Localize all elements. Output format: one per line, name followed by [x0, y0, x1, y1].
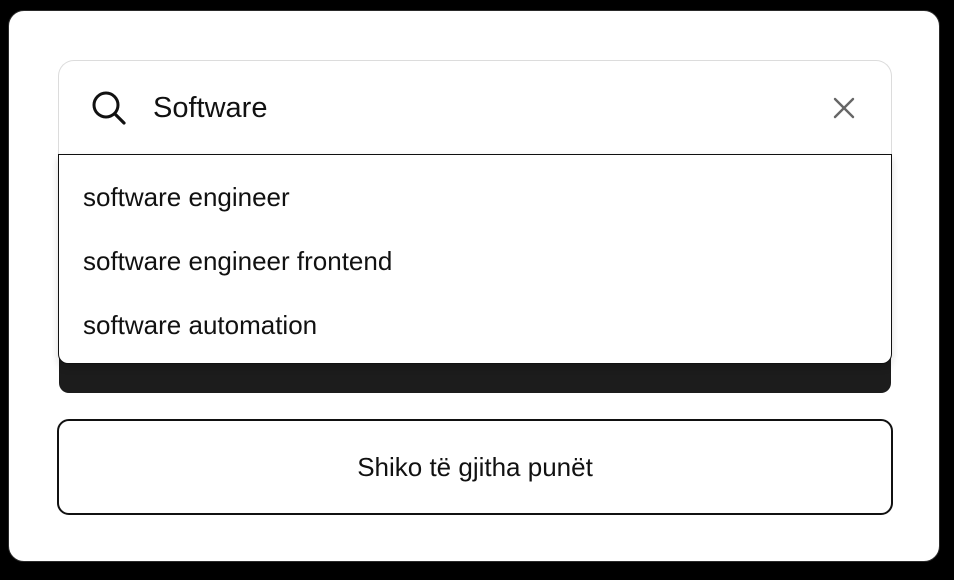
- suggestion-item[interactable]: software engineer frontend: [83, 236, 392, 286]
- search-icon: [90, 89, 128, 127]
- search-input[interactable]: [153, 85, 793, 131]
- suggestion-item[interactable]: software engineer: [83, 172, 290, 222]
- view-all-jobs-button[interactable]: Shiko të gjitha punët: [57, 419, 893, 515]
- suggestion-item[interactable]: software automation: [83, 300, 317, 350]
- search-card: software engineer software engineer fron…: [8, 10, 940, 562]
- close-icon[interactable]: [827, 91, 861, 125]
- search-bar: [58, 60, 892, 154]
- suggestions-dropdown: software engineer software engineer fron…: [58, 154, 892, 364]
- view-all-jobs-label: Shiko të gjitha punët: [357, 451, 593, 482]
